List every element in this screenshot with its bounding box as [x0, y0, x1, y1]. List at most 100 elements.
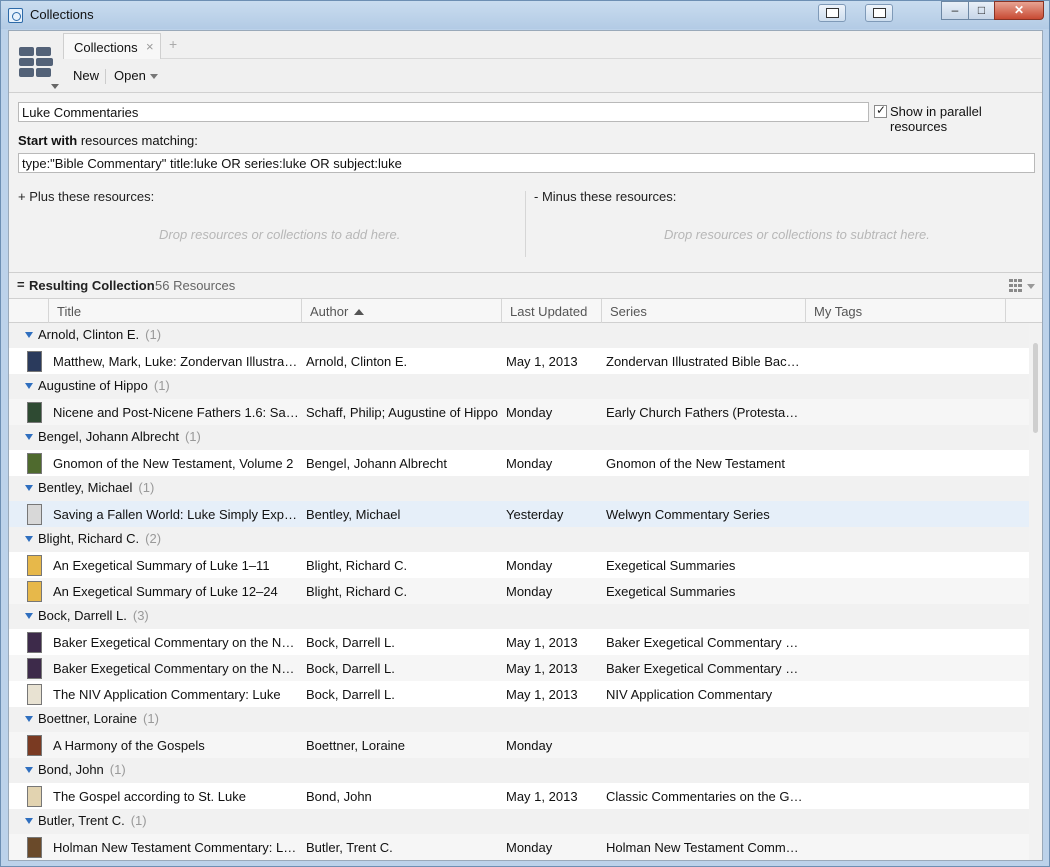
vertical-scrollbar[interactable] — [1029, 323, 1042, 860]
show-parallel-checkbox[interactable] — [874, 103, 887, 118]
table-row[interactable]: Baker Exegetical Commentary on the New T… — [9, 655, 1029, 681]
cell-title[interactable]: An Exegetical Summary of Luke 1–11 — [53, 558, 299, 573]
screen-icon[interactable] — [818, 4, 846, 22]
table-row[interactable]: Baker Exegetical Commentary on the New T… — [9, 629, 1029, 655]
table-row[interactable]: The NIV Application Commentary: Luke Bock… — [9, 681, 1029, 707]
column-header-my-tags[interactable]: My Tags — [806, 299, 1006, 323]
cell-title[interactable]: The Gospel according to St. Luke — [53, 789, 299, 804]
expand-triangle-icon[interactable] — [25, 767, 33, 773]
table-row[interactable]: A Harmony of the Gospels Boettner, Lorain… — [9, 732, 1029, 758]
cell-last-updated: May 1, 2013 — [506, 661, 578, 676]
book-cover-icon — [27, 837, 42, 858]
table-row[interactable]: An Exegetical Summary of Luke 12–24 Bligh… — [9, 578, 1029, 604]
cell-title[interactable]: A Harmony of the Gospels — [53, 738, 299, 753]
group-count: (1) — [145, 327, 162, 342]
new-button[interactable]: New — [73, 68, 99, 83]
group-author: Arnold, Clinton E. — [38, 327, 140, 342]
cell-series: Baker Exegetical Commentary on the New T… — [606, 635, 804, 650]
book-cover-icon — [27, 735, 42, 756]
open-button[interactable]: Open — [114, 68, 158, 83]
expand-triangle-icon[interactable] — [25, 716, 33, 722]
table-row[interactable]: An Exegetical Summary of Luke 1–11 Blight… — [9, 552, 1029, 578]
book-cover-icon — [27, 658, 42, 679]
column-header-last-updated[interactable]: Last Updated — [502, 299, 602, 323]
cell-series: Welwyn Commentary Series — [606, 507, 770, 522]
toolbar-separator — [105, 69, 106, 84]
scrollbar-thumb[interactable] — [1033, 343, 1038, 433]
tab-close-icon[interactable]: × — [146, 39, 154, 54]
query-field[interactable]: type:"Bible Commentary" title:luke OR se… — [18, 153, 1035, 173]
cell-title[interactable]: Holman New Testament Commentary: Luke — [53, 840, 299, 855]
column-header-title[interactable]: Title — [49, 299, 302, 323]
minus-drop-zone[interactable]: Drop resources or collections to subtrac… — [664, 227, 930, 242]
table-row[interactable]: Matthew, Mark, Luke: Zondervan Illustrat… — [9, 348, 1029, 374]
cell-title[interactable]: Saving a Fallen World: Luke Simply Expla… — [53, 507, 299, 522]
group-author: Butler, Trent C. — [38, 813, 125, 828]
group-count: (2) — [145, 531, 162, 546]
group-name: Augustine of Hippo (1) — [38, 378, 170, 393]
table-row[interactable]: Gnomon of the New Testament, Volume 2 Ben… — [9, 450, 1029, 476]
cell-title[interactable]: Matthew, Mark, Luke: Zondervan Illustrat… — [53, 354, 299, 369]
group-row[interactable]: Arnold, Clinton E. (1) — [9, 323, 1029, 348]
group-row[interactable]: Bentley, Michael (1) — [9, 476, 1029, 501]
cell-series: Holman New Testament Commentary — [606, 840, 804, 855]
column-header-author[interactable]: Author — [302, 299, 502, 323]
tab-collections[interactable]: Collections × — [63, 33, 161, 59]
cell-title[interactable]: The NIV Application Commentary: Luke — [53, 687, 299, 702]
cell-series: Classic Commentaries on the Greek New Te… — [606, 789, 804, 804]
expand-triangle-icon[interactable] — [25, 332, 33, 338]
plus-resources-label: + Plus these resources: — [18, 189, 155, 204]
maximize-button[interactable]: □ — [968, 1, 995, 20]
group-name: Bock, Darrell L. (3) — [38, 608, 149, 623]
expand-triangle-icon[interactable] — [25, 818, 33, 824]
group-count: (3) — [132, 608, 149, 623]
column-chooser-caret-icon[interactable] — [1027, 284, 1035, 289]
expand-triangle-icon[interactable] — [25, 383, 33, 389]
add-tab-icon[interactable]: + — [169, 36, 177, 52]
cell-author: Butler, Trent C. — [306, 840, 393, 855]
minimize-button[interactable]: – — [941, 1, 969, 20]
group-row[interactable]: Bengel, Johann Albrecht (1) — [9, 425, 1029, 450]
result-count: 56 Resources — [155, 278, 236, 293]
group-row[interactable]: Boettner, Loraine (1) — [9, 707, 1029, 732]
cell-title[interactable]: Baker Exegetical Commentary on the New T… — [53, 661, 299, 676]
group-name: Boettner, Loraine (1) — [38, 711, 159, 726]
collection-name-field[interactable]: Luke Commentaries — [18, 102, 869, 122]
minus-resources-label: - Minus these resources: — [534, 189, 677, 204]
title-bar[interactable]: Collections – □ ✕ — [1, 1, 1049, 29]
cell-title[interactable]: Baker Exegetical Commentary on the New T… — [53, 635, 299, 650]
window-title: Collections — [30, 7, 94, 22]
group-row[interactable]: Bond, John (1) — [9, 758, 1029, 783]
show-parallel-label[interactable]: Show in parallel resources — [890, 104, 1042, 134]
group-row[interactable]: Augustine of Hippo (1) — [9, 374, 1029, 399]
close-button[interactable]: ✕ — [994, 1, 1044, 20]
group-row[interactable]: Bock, Darrell L. (3) — [9, 604, 1029, 629]
group-author: Blight, Richard C. — [38, 531, 140, 546]
column-chooser-icon[interactable] — [1009, 279, 1022, 292]
column-header-series[interactable]: Series — [602, 299, 806, 323]
expand-triangle-icon[interactable] — [25, 613, 33, 619]
table-row[interactable]: Saving a Fallen World: Luke Simply Expla… — [9, 501, 1029, 527]
equals-sign: = — [17, 277, 25, 292]
expand-triangle-icon[interactable] — [25, 536, 33, 542]
cell-title[interactable]: An Exegetical Summary of Luke 12–24 — [53, 584, 299, 599]
window-tile-icon[interactable] — [865, 4, 893, 22]
expand-triangle-icon[interactable] — [25, 434, 33, 440]
cell-series: Exegetical Summaries — [606, 584, 736, 599]
column-header-cover[interactable] — [9, 299, 49, 323]
plus-drop-zone[interactable]: Drop resources or collections to add her… — [159, 227, 400, 242]
expand-triangle-icon[interactable] — [25, 485, 33, 491]
book-cover-icon — [27, 351, 42, 372]
table-row[interactable]: Nicene and Post-Nicene Fathers 1.6: Sain… — [9, 399, 1029, 425]
cell-title[interactable]: Gnomon of the New Testament, Volume 2 — [53, 456, 299, 471]
group-row[interactable]: Butler, Trent C. (1) — [9, 809, 1029, 834]
panel-menu-icon[interactable] — [19, 45, 53, 79]
cell-title[interactable]: Nicene and Post-Nicene Fathers 1.6: Sain… — [53, 405, 299, 420]
cell-last-updated: Monday — [506, 558, 553, 573]
group-row[interactable]: Blight, Richard C. (2) — [9, 527, 1029, 552]
cell-series: Exegetical Summaries — [606, 558, 736, 573]
table-row[interactable]: The Gospel according to St. Luke Bond, Jo… — [9, 783, 1029, 809]
panel-menu-caret-icon[interactable] — [51, 84, 59, 89]
group-name: Bentley, Michael (1) — [38, 480, 154, 495]
table-row[interactable]: Holman New Testament Commentary: Luke But… — [9, 834, 1029, 860]
